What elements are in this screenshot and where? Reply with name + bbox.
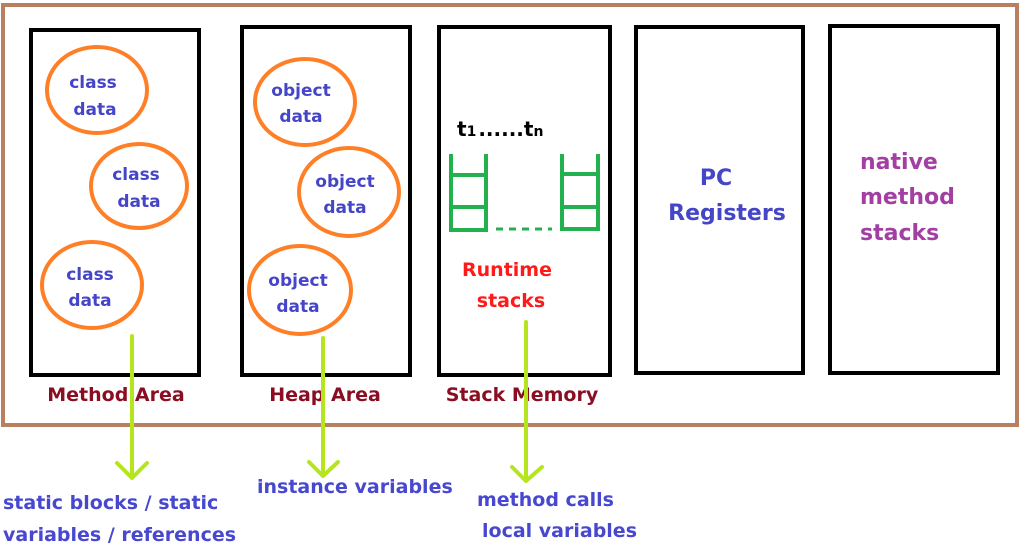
method-area-note: static blocks / static xyxy=(3,492,218,514)
object-data-label: data xyxy=(279,107,322,127)
method-area-label: Method Area xyxy=(47,384,184,406)
object-data-label: object xyxy=(271,81,330,101)
stack-memory-note: local variables xyxy=(482,520,637,542)
thread-labels: t1 ......tn xyxy=(457,117,543,141)
native-stacks-label: method xyxy=(860,185,955,210)
object-data-label: object xyxy=(268,271,327,291)
pc-registers-box xyxy=(634,25,805,375)
class-data-label: class xyxy=(66,265,114,285)
native-stacks-label: native xyxy=(860,150,938,175)
object-data-label: data xyxy=(323,198,366,218)
stack-memory-note: method calls xyxy=(477,489,614,511)
class-data-label: class xyxy=(69,73,117,93)
class-data-label: data xyxy=(73,100,116,120)
method-area-note: variables / references xyxy=(3,524,236,546)
method-area-arrow xyxy=(115,334,149,480)
runtime-stacks-label: Runtime xyxy=(462,259,552,281)
stack-memory-label: Stack Memory xyxy=(446,384,599,406)
object-data-1: object data xyxy=(253,57,357,147)
diagram-canvas: class data class data class data object … xyxy=(1,3,1019,546)
thread-stack-last xyxy=(560,154,600,231)
runtime-stacks-label: stacks xyxy=(477,290,545,312)
pc-registers-label: Registers xyxy=(668,201,786,226)
jvm-frame xyxy=(1,3,1019,427)
thread-stack-first xyxy=(449,154,488,232)
class-data-3: class data xyxy=(40,240,144,330)
native-stacks-label: stacks xyxy=(860,221,939,246)
class-data-label: data xyxy=(117,192,160,212)
class-data-2: class data xyxy=(89,142,189,230)
pc-registers-label: PC xyxy=(700,166,732,191)
object-data-label: data xyxy=(276,297,319,317)
heap-area-note: instance variables xyxy=(257,476,453,498)
jvm-memory-diagram: class data class data class data object … xyxy=(0,0,1024,551)
object-data-3: object data xyxy=(247,244,353,336)
class-data-label: class xyxy=(112,165,160,185)
class-data-1: class data xyxy=(45,45,149,135)
object-data-2: object data xyxy=(297,146,401,238)
object-data-label: object xyxy=(315,172,374,192)
heap-area-arrow xyxy=(307,336,340,478)
class-data-label: data xyxy=(68,291,111,311)
